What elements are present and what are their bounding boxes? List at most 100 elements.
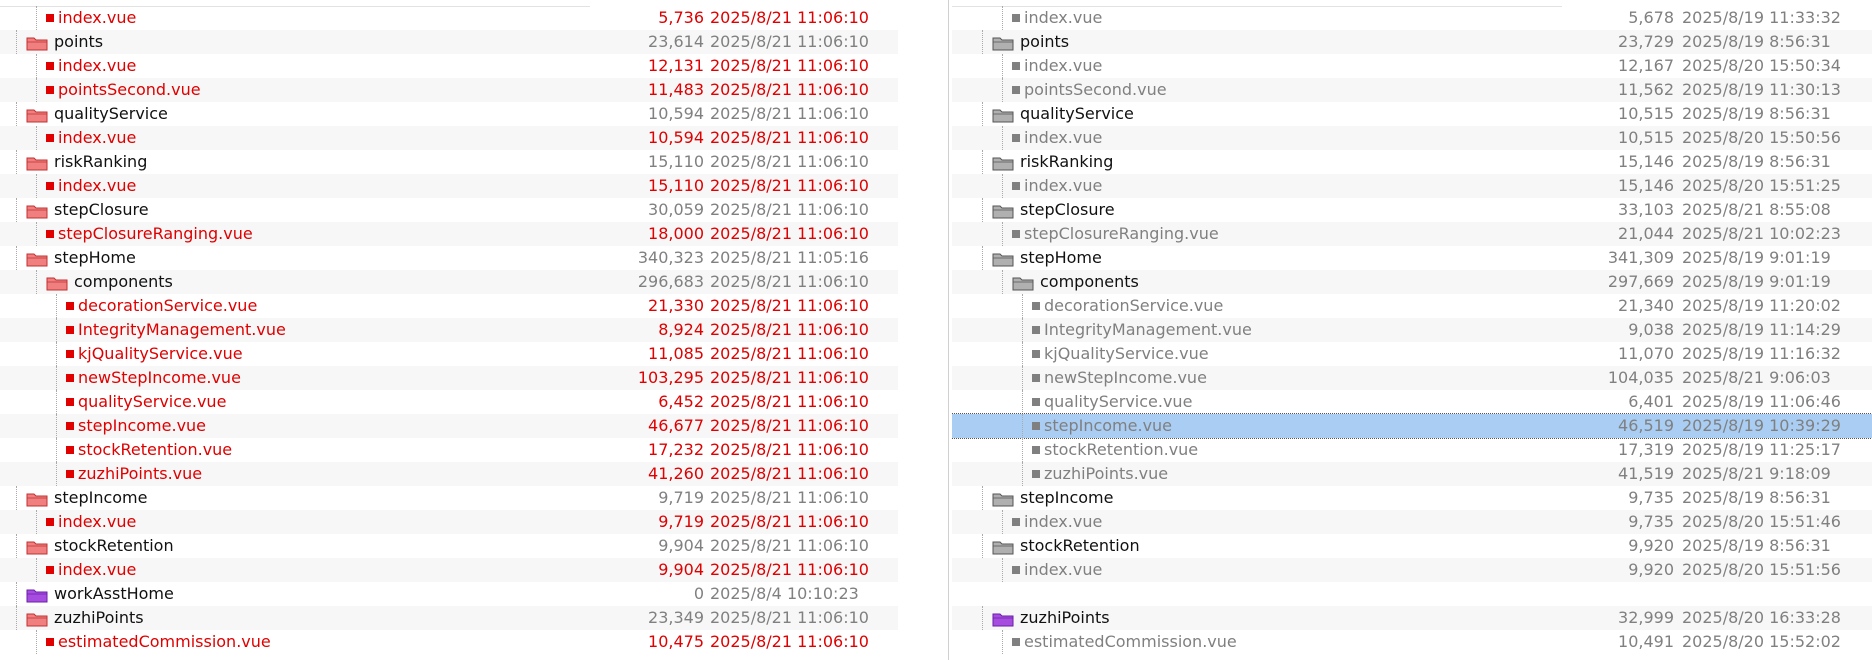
tree-file-row[interactable]: estimatedCommission.vue 10,491 2025/8/20 1… [952, 630, 1872, 654]
tree-folder-row[interactable]: workAsstHome 0 2025/8/4 10:10:23 [0, 582, 898, 606]
tree-folder-row[interactable]: riskRanking 15,110 2025/8/21 11:06:10 [0, 150, 898, 174]
tree-file-row[interactable]: index.vue 5,678 2025/8/19 11:33:32 [952, 6, 1872, 30]
center-pane-divider[interactable] [948, 0, 949, 660]
tree-file-row[interactable]: pointsSecond.vue 11,562 2025/8/19 11:30:13 [952, 78, 1872, 102]
left-folder-pane[interactable]: index.vue5,7362025/8/21 11:06:10≠points2… [0, 0, 898, 660]
tree-folder-row[interactable]: points 23,614 2025/8/21 11:06:10 [0, 30, 898, 54]
tree-item-name[interactable]: index.vue [1012, 558, 1102, 582]
tree-item-name[interactable]: stepClosure [26, 198, 149, 222]
tree-item-name[interactable]: qualityService [26, 102, 168, 126]
tree-item-name[interactable]: riskRanking [992, 150, 1113, 174]
tree-item-name[interactable]: pointsSecond.vue [46, 78, 201, 102]
tree-item-name[interactable]: index.vue [1012, 126, 1102, 150]
tree-folder-row[interactable]: stepIncome 9,735 2025/8/19 8:56:31 [952, 486, 1872, 510]
tree-folder-row[interactable]: qualityService 10,594 2025/8/21 11:06:10 [0, 102, 898, 126]
tree-folder-row[interactable]: stockRetention 9,920 2025/8/19 8:56:31 [952, 534, 1872, 558]
tree-file-row[interactable]: kjQualityService.vue 11,070 2025/8/19 11:1… [952, 342, 1872, 366]
tree-file-row[interactable]: stepIncome.vue46,6772025/8/21 11:06:10≠ [0, 414, 898, 438]
tree-item-name[interactable]: pointsSecond.vue [1012, 78, 1167, 102]
tree-file-row[interactable]: estimatedCommission.vue 10,475 2025/8/21 1… [0, 630, 898, 654]
tree-item-name[interactable]: kjQualityService.vue [66, 342, 243, 366]
tree-item-name[interactable]: workAsstHome [26, 582, 174, 606]
tree-item-name[interactable]: kjQualityService.vue [1032, 342, 1209, 366]
tree-file-row[interactable]: index.vue 12,167 2025/8/20 15:50:34 [952, 54, 1872, 78]
tree-item-name[interactable]: stepClosure [992, 198, 1115, 222]
tree-item-name[interactable]: index.vue [46, 54, 136, 78]
tree-file-row[interactable]: stepClosureRanging.vue 21,044 2025/8/21 10… [952, 222, 1872, 246]
tree-file-row[interactable]: decorationService.vue 21,330 2025/8/21 11:… [0, 294, 898, 318]
tree-file-row[interactable]: newStepIncome.vue 104,035 2025/8/21 9:06:0… [952, 366, 1872, 390]
tree-file-row[interactable]: qualityService.vue 6,452 2025/8/21 11:06:1… [0, 390, 898, 414]
tree-item-name[interactable]: stepHome [992, 246, 1102, 270]
tree-file-row[interactable]: zuzhiPoints.vue 41,519 2025/8/21 9:18:09 [952, 462, 1872, 486]
tree-folder-row[interactable]: stepHome 340,323 2025/8/21 11:05:16 [0, 246, 898, 270]
tree-item-name[interactable]: index.vue [46, 558, 136, 582]
tree-folder-row[interactable]: qualityService 10,515 2025/8/19 8:56:31 [952, 102, 1872, 126]
tree-folder-row[interactable]: stepClosure 33,103 2025/8/21 8:55:08 [952, 198, 1872, 222]
tree-item-name[interactable]: stepClosureRanging.vue [46, 222, 253, 246]
right-folder-pane[interactable]: index.vue 5,678 2025/8/19 11:33:32 points 23… [952, 0, 1872, 660]
tree-item-name[interactable]: zuzhiPoints [992, 606, 1110, 630]
tree-item-name[interactable]: stepClosureRanging.vue [1012, 222, 1219, 246]
tree-file-row[interactable]: qualityService.vue 6,401 2025/8/19 11:06:4… [952, 390, 1872, 414]
tree-folder-row[interactable]: stepIncome 9,719 2025/8/21 11:06:10 [0, 486, 898, 510]
tree-item-name[interactable]: components [1012, 270, 1139, 294]
tree-item-name[interactable]: index.vue [46, 174, 136, 198]
tree-item-name[interactable]: newStepIncome.vue [1032, 366, 1207, 390]
tree-file-row[interactable]: index.vue9,7192025/8/21 11:06:10≠ [0, 510, 898, 534]
tree-item-name[interactable]: stepHome [26, 246, 136, 270]
tree-file-row[interactable]: newStepIncome.vue 103,295 2025/8/21 11:06:… [0, 366, 898, 390]
tree-file-row[interactable]: decorationService.vue 21,340 2025/8/19 11:… [952, 294, 1872, 318]
tree-item-name[interactable]: index.vue [1012, 174, 1102, 198]
tree-item-name[interactable]: qualityService.vue [1032, 390, 1192, 414]
tree-file-row[interactable]: index.vue12,1312025/8/21 11:06:10≠ [0, 54, 898, 78]
tree-file-row[interactable]: IntegrityManagement.vue 9,038 2025/8/19 11… [952, 318, 1872, 342]
tree-item-name[interactable]: newStepIncome.vue [66, 366, 241, 390]
tree-file-row[interactable]: pointsSecond.vue 11,483 2025/8/21 11:06:10… [0, 78, 898, 102]
tree-folder-row[interactable]: stepHome 341,309 2025/8/19 9:01:19 [952, 246, 1872, 270]
tree-file-row[interactable]: index.vue 10,515 2025/8/20 15:50:56 [952, 126, 1872, 150]
tree-item-name[interactable]: IntegrityManagement.vue [1032, 318, 1252, 342]
tree-item-name[interactable]: zuzhiPoints [26, 606, 144, 630]
tree-item-name[interactable]: stepIncome.vue [66, 414, 206, 438]
tree-item-name[interactable]: components [46, 270, 173, 294]
tree-item-name[interactable]: qualityService [992, 102, 1134, 126]
tree-file-row[interactable]: stepIncome.vue 46,519 2025/8/19 10:39:29 [952, 413, 1872, 439]
tree-item-name[interactable]: zuzhiPoints.vue [1032, 462, 1168, 486]
tree-item-name[interactable]: index.vue [46, 6, 136, 30]
tree-item-name[interactable]: estimatedCommission.vue [46, 630, 271, 654]
tree-item-name[interactable]: qualityService.vue [66, 390, 226, 414]
tree-item-name[interactable]: points [26, 30, 103, 54]
tree-folder-row[interactable]: components 296,683 2025/8/21 11:06:10 [0, 270, 898, 294]
tree-item-name[interactable]: index.vue [1012, 510, 1102, 534]
tree-item-name[interactable]: index.vue [1012, 54, 1102, 78]
tree-file-row[interactable]: kjQualityService.vue 11,085 2025/8/21 11:0… [0, 342, 898, 366]
tree-file-row[interactable]: IntegrityManagement.vue 8,924 2025/8/21 11… [0, 318, 898, 342]
tree-file-row[interactable]: zuzhiPoints.vue41,2602025/8/21 11:06:10≠ [0, 462, 898, 486]
tree-item-name[interactable]: index.vue [1012, 6, 1102, 30]
tree-file-row[interactable]: index.vue9,9042025/8/21 11:06:10≠ [0, 558, 898, 582]
tree-item-name[interactable]: index.vue [46, 510, 136, 534]
tree-item-name[interactable]: riskRanking [26, 150, 147, 174]
tree-file-row[interactable]: index.vue 9,735 2025/8/20 15:51:46 [952, 510, 1872, 534]
tree-file-row[interactable]: stockRetention.vue 17,319 2025/8/19 11:25:… [952, 438, 1872, 462]
tree-folder-row[interactable]: zuzhiPoints 32,999 2025/8/20 16:33:28 [952, 606, 1872, 630]
tree-item-name[interactable]: stepIncome.vue [1032, 414, 1172, 438]
tree-file-row[interactable]: stockRetention.vue 17,232 2025/8/21 11:06:… [0, 438, 898, 462]
tree-folder-row[interactable]: zuzhiPoints 23,349 2025/8/21 11:06:10 [0, 606, 898, 630]
tree-item-name[interactable]: stepIncome [26, 486, 147, 510]
tree-folder-row[interactable]: riskRanking 15,146 2025/8/19 8:56:31 [952, 150, 1872, 174]
tree-item-name[interactable]: decorationService.vue [66, 294, 257, 318]
tree-item-name[interactable]: decorationService.vue [1032, 294, 1223, 318]
tree-folder-row[interactable]: stepClosure 30,059 2025/8/21 11:06:10 [0, 198, 898, 222]
tree-folder-row[interactable]: components 297,669 2025/8/19 9:01:19 [952, 270, 1872, 294]
tree-item-name[interactable]: zuzhiPoints.vue [66, 462, 202, 486]
tree-item-name[interactable]: points [992, 30, 1069, 54]
tree-folder-row[interactable]: stockRetention 9,904 2025/8/21 11:06:10 [0, 534, 898, 558]
tree-item-name[interactable]: IntegrityManagement.vue [66, 318, 286, 342]
tree-file-row[interactable]: index.vue15,1102025/8/21 11:06:10≠ [0, 174, 898, 198]
tree-item-name[interactable]: stepIncome [992, 486, 1113, 510]
tree-item-name[interactable]: stockRetention [992, 534, 1140, 558]
tree-item-name[interactable]: stockRetention.vue [1032, 438, 1198, 462]
tree-item-name[interactable]: estimatedCommission.vue [1012, 630, 1237, 654]
